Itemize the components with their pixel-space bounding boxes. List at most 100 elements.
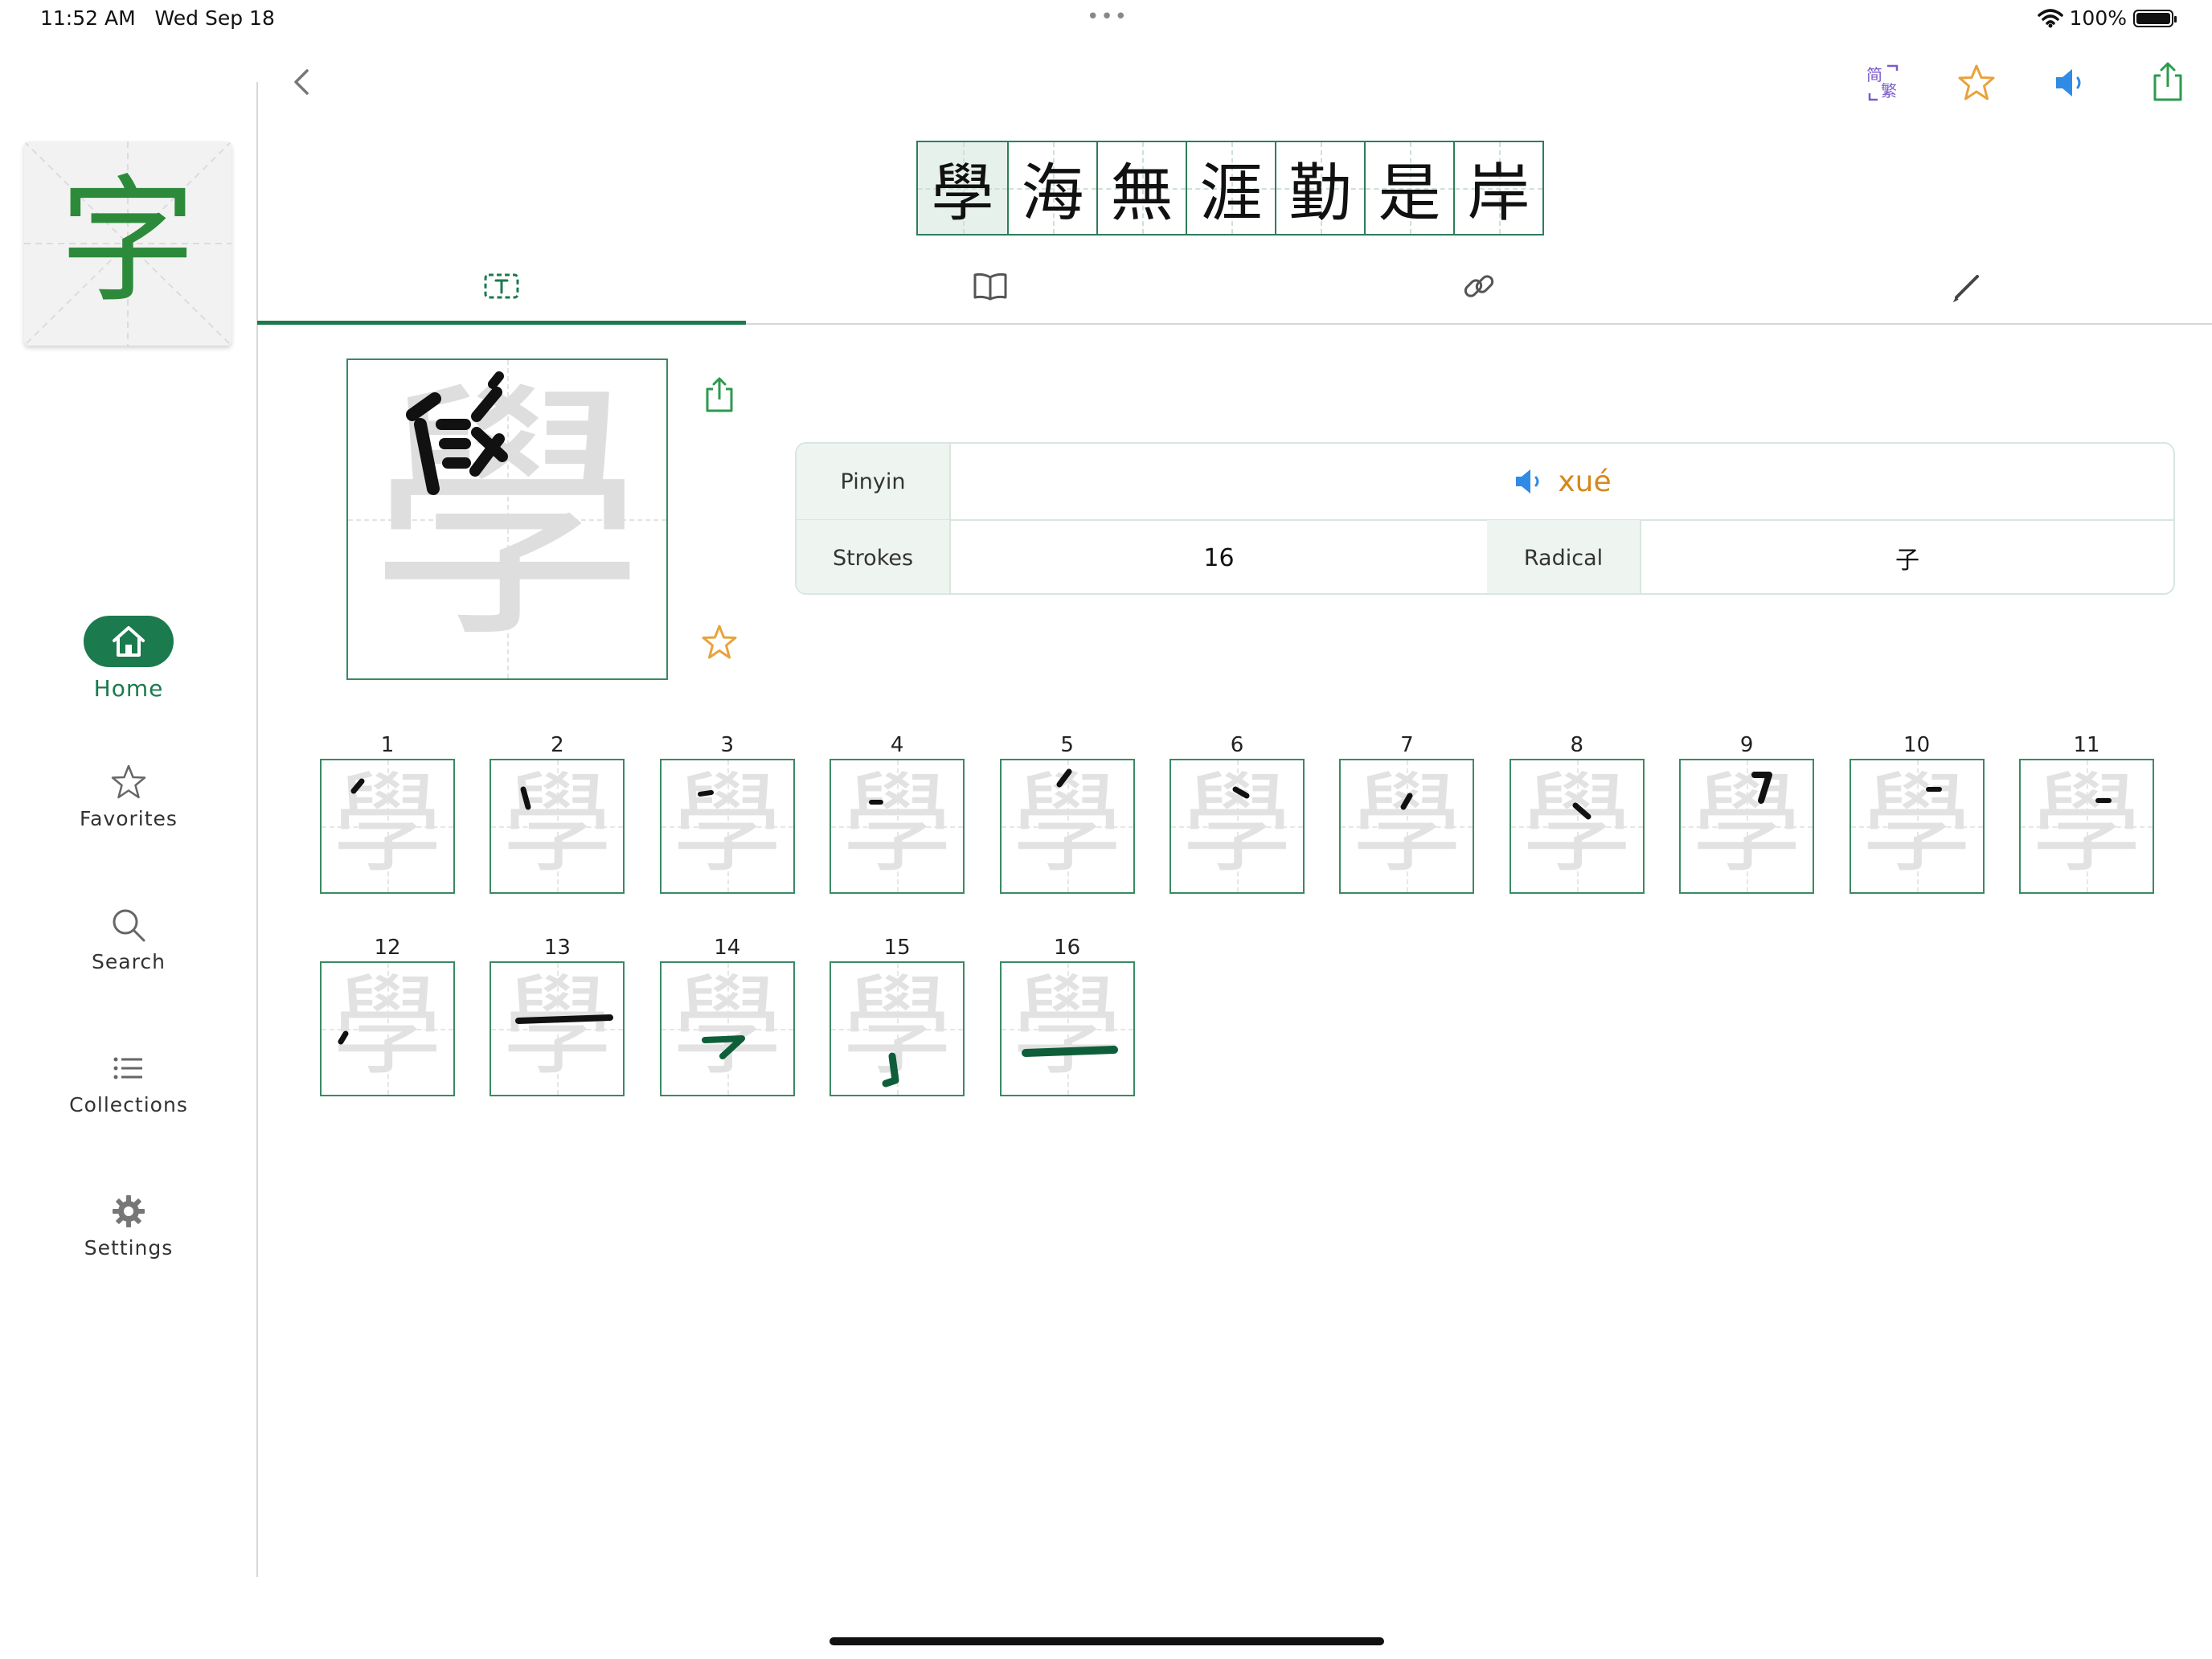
text-box-icon [484,273,519,299]
sidebar-item-label: Settings [84,1236,174,1260]
phrase-char: 是 [1378,158,1441,230]
list-icon [113,1057,142,1079]
share-icon[interactable] [2148,59,2188,104]
status-date: Wed Sep 18 [154,6,275,30]
logo-character: 字 [59,162,196,322]
phrase-char: 海 [1021,158,1084,230]
stroke-box: 學 [490,759,625,894]
status-clock: 11:52 AM [40,6,136,30]
stroke-step[interactable]: 4學 [830,731,965,894]
stroke-step[interactable]: 6學 [1169,731,1305,894]
pinyin-label: Pinyin [797,444,951,519]
stroke-number: 14 [714,936,741,960]
pinyin-text: xué [1558,465,1612,498]
phrase-char: 無 [1110,158,1174,230]
stroke-box: 學 [999,961,1135,1096]
highlighted-stroke [350,778,365,794]
stroke-number: 9 [1739,733,1754,757]
multitask-dots[interactable]: ••• [1087,5,1129,29]
phrase-char-cell[interactable]: 學 [918,142,1007,234]
stroke-step[interactable]: 8學 [1509,731,1645,894]
highlighted-stroke [1021,1046,1118,1057]
highlighted-stroke [701,1035,745,1059]
convert-top-char: 简 [1866,65,1882,84]
speaker-icon[interactable] [1513,465,1550,498]
stroke-number: 2 [551,733,564,757]
stroke-box: 學 [1679,759,1815,894]
stroke-number: 1 [380,733,395,757]
stroke-number: 11 [2073,733,2100,757]
stroke-step[interactable]: 16 學 [999,934,1135,1096]
star-icon[interactable] [1956,63,1997,103]
sidebar-item-settings[interactable]: Settings [32,1193,225,1260]
phrase-strip: 學 海 無 涯 勤 是 岸 [916,141,1544,236]
phrase-char-cell[interactable]: 岸 [1453,142,1542,234]
search-icon [113,909,145,942]
stroke-step[interactable]: 7學 [1339,731,1475,894]
book-icon [973,272,1007,301]
battery-percent: 100% [2069,6,2127,30]
strokes-value: 16 [1203,543,1235,572]
status-right: 100% [2037,6,2177,30]
phrase-char-cell[interactable]: 是 [1364,142,1453,234]
phrase-char-cell[interactable]: 涯 [1186,142,1275,234]
tab-links[interactable] [1235,249,1723,323]
phrase-char-cell[interactable]: 無 [1096,142,1186,234]
stroke-step[interactable]: 12 學 [320,934,455,1096]
radical-label: Radical [1487,520,1641,593]
home-indicator[interactable] [830,1637,1384,1645]
stroke-step[interactable]: 2學 [490,731,625,894]
home-pill [84,616,174,667]
phrase-char: 岸 [1467,158,1530,230]
convert-bottom-char: 繁 [1881,81,1897,100]
sidebar-item-search[interactable]: Search [32,907,225,973]
simplified-traditional-icon: 简 繁 [1866,64,1899,101]
highlighted-stroke [882,1052,899,1088]
stroke-step[interactable]: 3學 [659,731,795,894]
stroke-step[interactable]: 14 學 [659,934,795,1096]
stroke-step[interactable]: 10 學 [1849,731,1985,894]
pencil-icon [1952,275,1979,303]
tab-write[interactable] [1723,249,2212,323]
stroke-box: 學 [490,961,625,1096]
highlighted-stroke [520,786,531,810]
speaker-icon[interactable] [2051,64,2091,101]
stroke-step[interactable]: 15 學 [830,934,965,1096]
highlighted-stroke [1232,786,1250,799]
stroke-box: 學 [830,961,965,1096]
stroke-box: 學 [999,759,1135,894]
highlighted-stroke [1056,768,1072,788]
stroke-animation-progress [406,371,508,495]
stroke-step[interactable]: 1學 [320,731,455,894]
radical-value[interactable]: 子 [1641,520,2173,593]
sidebar-item-collections[interactable]: Collections [32,1050,225,1116]
battery-icon [2133,9,2177,27]
stroke-step[interactable]: 11 學 [2019,731,2154,894]
stroke-number: 16 [1054,936,1081,960]
share-character-icon[interactable] [703,375,736,415]
favorite-character-icon[interactable] [701,624,738,661]
simplified-traditional-button[interactable]: 简 繁 [1863,61,1903,109]
phrase-char: 涯 [1199,158,1263,230]
stroke-step[interactable]: 5學 [999,731,1135,894]
tab-dictionary[interactable] [746,249,1235,323]
stroke-number: 6 [1230,733,1244,757]
status-time: 11:52 AM Wed Sep 18 [40,6,275,30]
sidebar-item-label: Favorites [80,807,178,830]
stroke-step[interactable]: 9學 [1679,731,1815,894]
back-button[interactable] [288,66,315,98]
sidebar-item-home[interactable]: Home [32,616,225,702]
stroke-number: 13 [543,936,571,960]
stroke-step[interactable]: 13 學 [490,934,625,1096]
home-icon [113,626,145,657]
stroke-box: 學 [1849,759,1985,894]
phrase-char-cell[interactable]: 勤 [1275,142,1364,234]
phrase-char-cell[interactable]: 海 [1007,142,1096,234]
pinyin-value[interactable]: xué [951,444,2173,519]
character-display[interactable]: 學 [346,358,668,680]
sidebar-item-favorites[interactable]: Favorites [32,764,225,830]
pinyin-row: Pinyin xué [797,444,2173,521]
sidebar-item-label: Home [93,675,164,702]
sidebar-item-label: Search [92,950,166,973]
tab-text[interactable] [257,249,746,325]
